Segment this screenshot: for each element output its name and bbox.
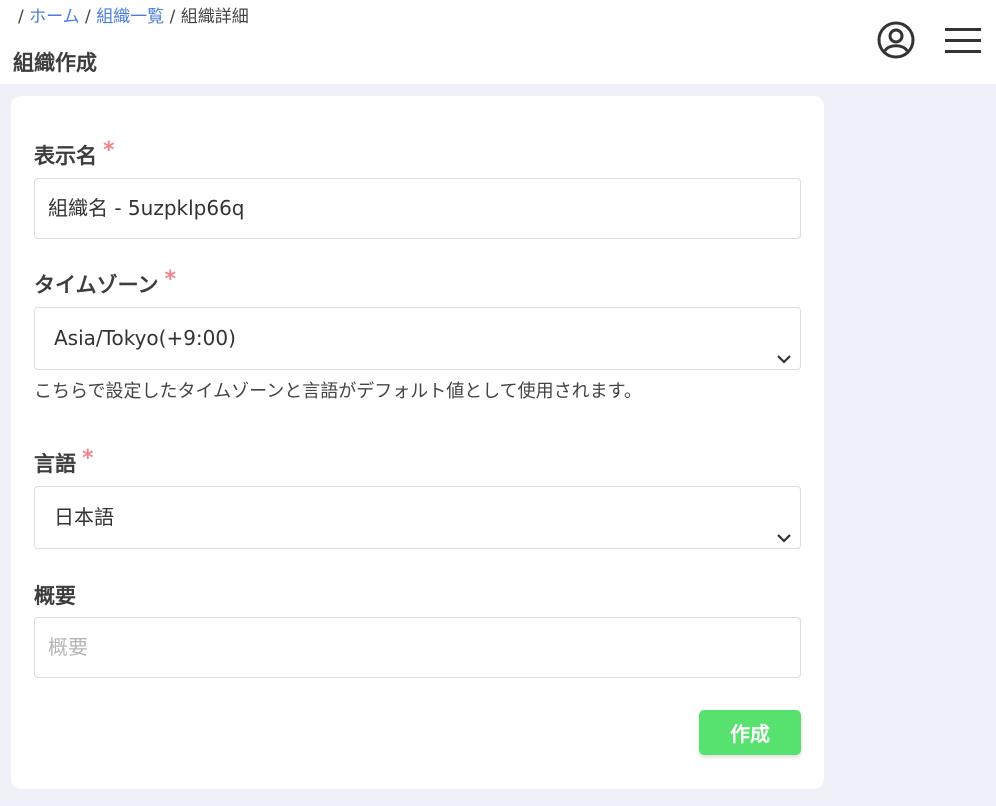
- summary-label: 概要: [34, 584, 76, 608]
- organization-form-card: 表示名 * 組織名 - 5uzpklp66q タイムゾーン * Asia/Tokyo…: [11, 96, 824, 789]
- chevron-down-icon: [776, 509, 792, 543]
- chevron-down-icon: [776, 330, 792, 364]
- create-button[interactable]: 作成: [699, 710, 801, 755]
- breadcrumb-separator: /: [18, 7, 24, 27]
- language-label-text: 言語: [34, 452, 76, 476]
- breadcrumb: / ホーム / 組織一覧 / 組織詳細: [18, 6, 249, 28]
- language-selected-value: 日本語: [54, 505, 114, 529]
- breadcrumb-home-link[interactable]: ホーム: [29, 7, 80, 27]
- breadcrumb-separator: /: [169, 7, 176, 27]
- display-name-label: 表示名 *: [34, 138, 115, 171]
- required-mark: *: [103, 138, 115, 163]
- language-label: 言語 *: [34, 446, 94, 479]
- timezone-label-text: タイムゾーン: [34, 273, 159, 297]
- required-mark: *: [82, 446, 94, 471]
- summary-input[interactable]: 概要: [34, 617, 801, 678]
- display-name-input[interactable]: 組織名 - 5uzpklp66q: [34, 178, 801, 239]
- timezone-label: タイムゾーン *: [34, 267, 176, 300]
- timezone-help-text: こちらで設定したタイムゾーンと言語がデフォルト値として使用されます。: [34, 381, 642, 402]
- display-name-label-text: 表示名: [34, 144, 97, 168]
- language-select[interactable]: 日本語: [34, 486, 801, 549]
- breadcrumb-org-list-link[interactable]: 組織一覧: [96, 7, 164, 27]
- breadcrumb-current: 組織詳細: [180, 7, 249, 27]
- timezone-selected-value: Asia/Tokyo(+9:00): [54, 326, 236, 350]
- page-title: 組織作成: [13, 51, 97, 75]
- timezone-select[interactable]: Asia/Tokyo(+9:00): [34, 307, 801, 370]
- hamburger-menu-icon[interactable]: [943, 24, 983, 58]
- breadcrumb-separator: /: [85, 7, 91, 27]
- top-bar: / ホーム / 組織一覧 / 組織詳細 組織作成: [0, 0, 996, 84]
- required-mark: *: [164, 267, 177, 292]
- user-circle-icon[interactable]: [876, 20, 916, 60]
